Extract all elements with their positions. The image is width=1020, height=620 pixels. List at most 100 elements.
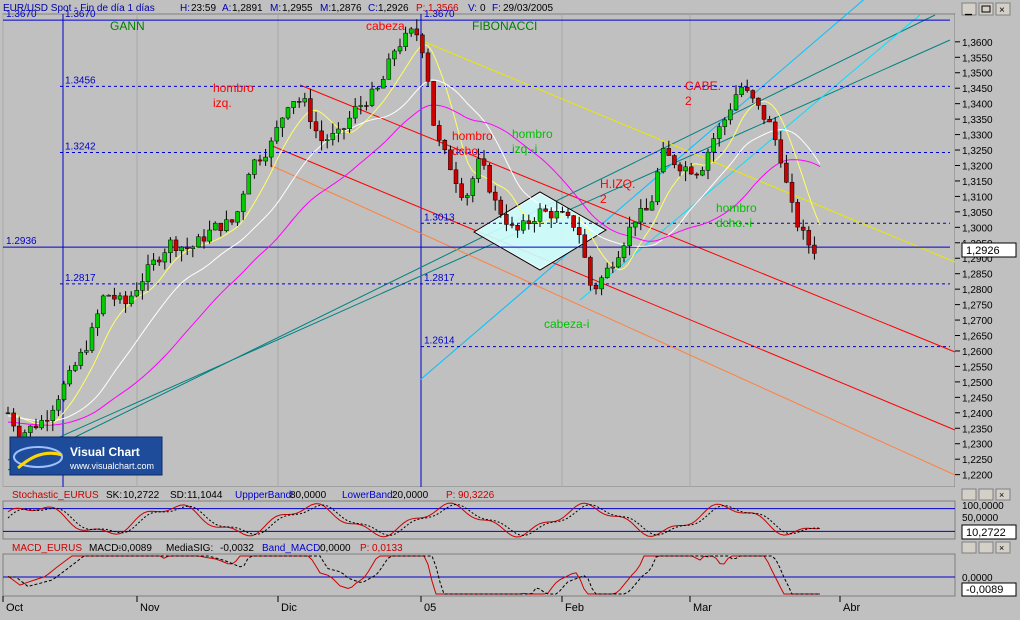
m-value: 1,2955 bbox=[282, 3, 313, 14]
candle-body bbox=[257, 159, 263, 162]
candle-body bbox=[324, 139, 330, 142]
macd-maximize-button[interactable] bbox=[978, 541, 994, 554]
candle-body bbox=[263, 156, 268, 162]
candle-body bbox=[56, 399, 61, 411]
stoch-sk-label: SK: bbox=[106, 490, 122, 501]
stoch-p-label: P: bbox=[446, 490, 455, 501]
stoch-low-label: LowerBand: bbox=[342, 490, 395, 501]
candle-body bbox=[274, 127, 280, 142]
c-label: C: bbox=[368, 3, 378, 14]
candle-body bbox=[711, 138, 716, 153]
candle-body bbox=[145, 264, 151, 282]
m2-label: M: bbox=[320, 3, 331, 14]
candle-body bbox=[677, 164, 683, 172]
macd-name: MACD_EURUS bbox=[12, 543, 82, 554]
level-label: 1.3670 bbox=[424, 9, 455, 20]
candle-body bbox=[537, 208, 543, 222]
candle-body bbox=[560, 211, 565, 213]
candle-body bbox=[369, 88, 375, 106]
x-tick-label: Dic bbox=[281, 602, 297, 614]
x-tick-label: 05 bbox=[424, 602, 436, 614]
y-tick-label: 1,2250 bbox=[962, 455, 993, 466]
candle-body bbox=[772, 121, 778, 141]
candle-body bbox=[638, 208, 644, 223]
candle-body bbox=[476, 158, 481, 179]
candle-body bbox=[425, 52, 431, 82]
x-tick-label: Mar bbox=[693, 602, 712, 614]
candle-body bbox=[431, 81, 436, 126]
candle-body bbox=[800, 226, 806, 231]
x-tick-label: Abr bbox=[843, 602, 860, 614]
candle-body bbox=[252, 159, 257, 175]
level-label: 1.2936 bbox=[6, 236, 37, 247]
stoch-minimize-button[interactable] bbox=[961, 488, 977, 501]
candle-body bbox=[436, 125, 442, 141]
c-value: 1,2926 bbox=[378, 3, 409, 14]
candle-body bbox=[296, 101, 302, 103]
stoch-maximize-button[interactable] bbox=[978, 488, 994, 501]
y-tick-label: 1,3600 bbox=[962, 38, 993, 49]
candle-body bbox=[196, 236, 201, 248]
svg-text:Stochastic_EURUS SK: 1: Stochastic_EURUS SK: 10,2722 SD: 11,1044… bbox=[12, 490, 495, 501]
maximize-button[interactable] bbox=[978, 2, 994, 16]
y-tick-label: 1,2300 bbox=[962, 440, 993, 451]
visualchart-logo[interactable]: Visual Chart www.visualchart.com bbox=[9, 436, 163, 476]
candle-body bbox=[464, 195, 470, 198]
stoch-sd-label: SD: bbox=[170, 490, 187, 501]
macd-minimize-button[interactable] bbox=[961, 541, 977, 554]
candle-body bbox=[336, 128, 341, 134]
candle-body bbox=[291, 101, 296, 108]
x-tick-label: Feb bbox=[565, 602, 584, 614]
candle-body bbox=[352, 106, 358, 119]
y-tick-label: 1,2500 bbox=[962, 378, 993, 389]
candle-body bbox=[397, 46, 403, 52]
candle-body bbox=[117, 295, 123, 300]
candle-body bbox=[173, 239, 179, 251]
y-tick-label: 1,3100 bbox=[962, 192, 993, 203]
candle-body bbox=[84, 350, 89, 353]
candle-body bbox=[67, 370, 72, 385]
close-icon: × bbox=[999, 5, 1005, 16]
candle-body bbox=[565, 211, 571, 216]
candle-body bbox=[240, 193, 246, 212]
candle-body bbox=[347, 117, 352, 129]
candle-body bbox=[308, 98, 313, 122]
candle-body bbox=[744, 86, 750, 91]
candle-body bbox=[515, 225, 520, 231]
candle-body bbox=[302, 98, 308, 103]
macd-band-label: Band_MACD: bbox=[262, 543, 323, 554]
candle-body bbox=[548, 211, 554, 219]
candle-body bbox=[784, 162, 789, 183]
candle-body bbox=[313, 121, 319, 132]
candle-body bbox=[666, 148, 672, 156]
candle-body bbox=[700, 170, 705, 176]
stochastic-plot-area[interactable] bbox=[2, 500, 956, 540]
candle-body bbox=[588, 257, 593, 286]
stoch-current-label: 10,2722 bbox=[966, 527, 1006, 539]
candle-body bbox=[184, 246, 190, 249]
candle-body bbox=[492, 191, 498, 201]
candle-body bbox=[212, 222, 218, 231]
level-label: 1.3670 bbox=[65, 9, 96, 20]
candle-body bbox=[688, 166, 694, 175]
candle-body bbox=[795, 202, 800, 228]
candle-body bbox=[5, 412, 11, 415]
candle-body bbox=[235, 211, 240, 223]
candle-body bbox=[89, 327, 95, 351]
chart-canvas[interactable]: EUR/USD Spot - Fin de día 1 días H: 23:5… bbox=[0, 0, 1020, 615]
candle-body bbox=[610, 266, 616, 269]
macd-sig-value: -0,0032 bbox=[220, 543, 254, 554]
chart-window: EUR/USD Spot - Fin de día 1 días H: 23:5… bbox=[0, 0, 1020, 615]
candle-body bbox=[616, 257, 621, 268]
candle-body bbox=[140, 281, 145, 291]
candle-body bbox=[61, 383, 67, 400]
y-tick-label: 1,3550 bbox=[962, 53, 993, 64]
level-label: 1.3242 bbox=[65, 141, 96, 152]
candle-body bbox=[330, 132, 336, 140]
v-value: 0 bbox=[480, 3, 486, 14]
macd-plot-area[interactable] bbox=[2, 553, 956, 597]
stoch-name: Stochastic_EURUS bbox=[12, 490, 99, 501]
candle-body bbox=[649, 201, 655, 211]
candle-body bbox=[453, 169, 459, 184]
main-window-buttons: ▁ × bbox=[961, 2, 1011, 16]
